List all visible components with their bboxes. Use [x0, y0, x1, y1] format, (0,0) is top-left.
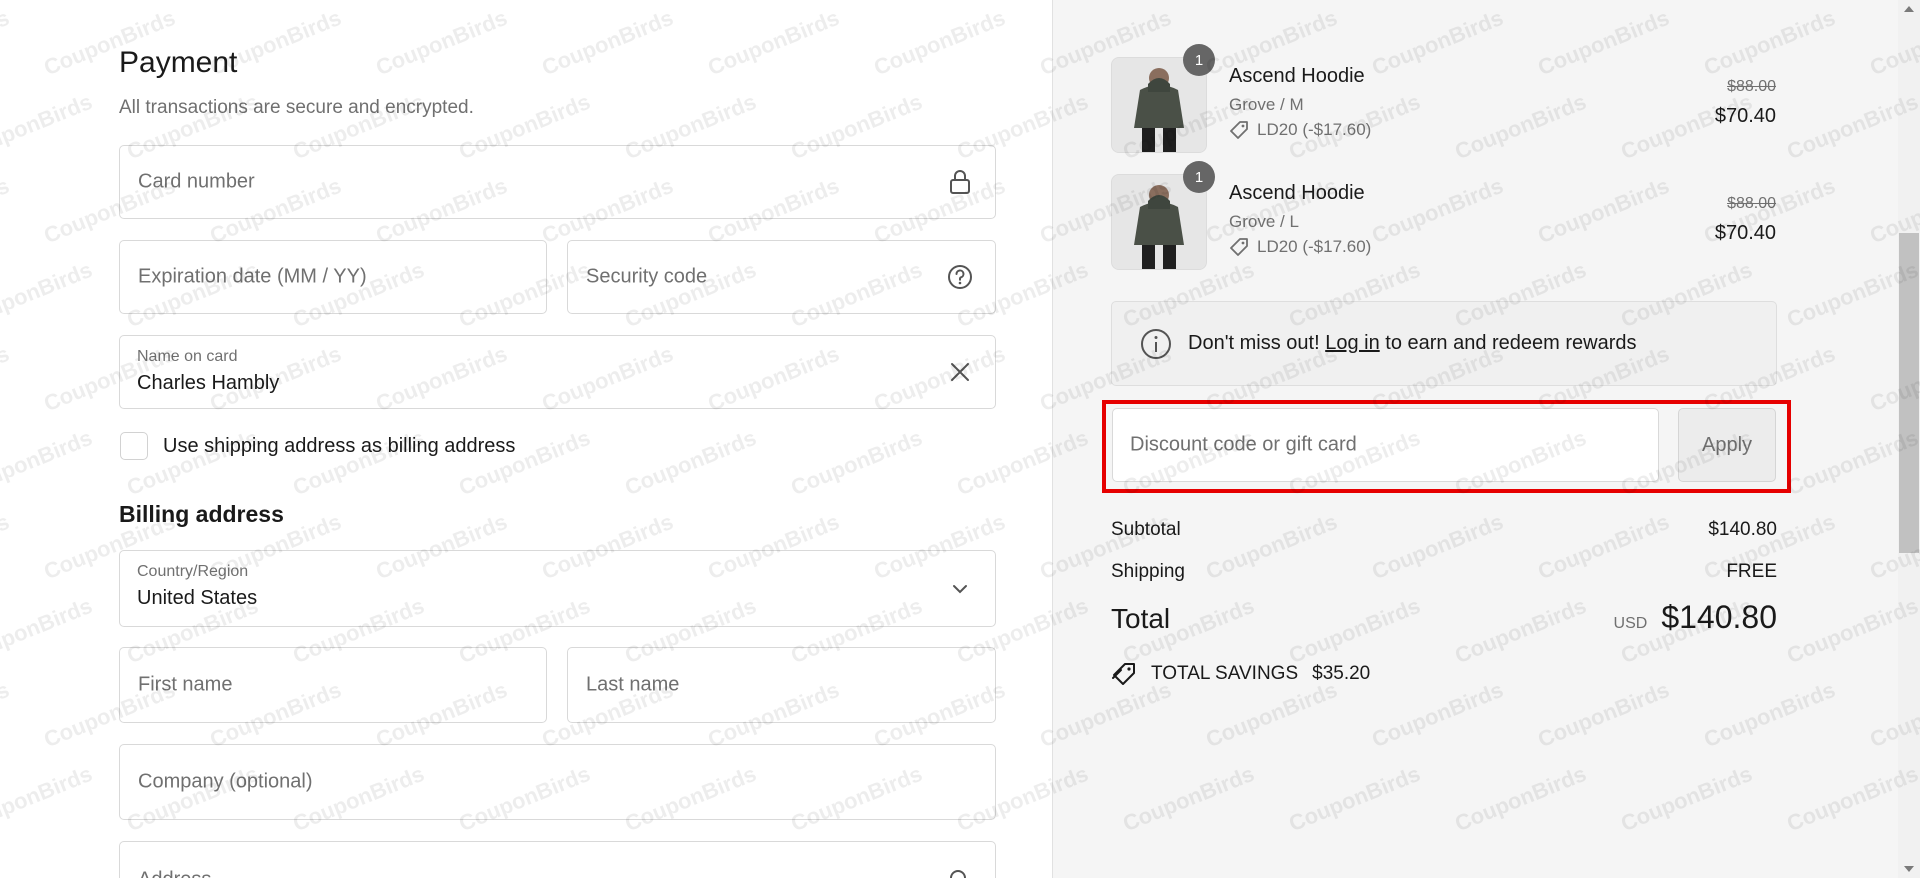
- total-savings-value: $35.20: [1312, 663, 1371, 684]
- last-name-field[interactable]: Last name: [567, 647, 996, 723]
- shipping-row: Shipping FREE: [1111, 561, 1777, 583]
- product-name: Ascend Hoodie: [1229, 65, 1365, 87]
- address-placeholder: Address: [138, 869, 211, 878]
- discount-code-input[interactable]: Discount code or gift card: [1112, 408, 1659, 482]
- total-label: Total: [1111, 603, 1171, 634]
- order-summary-panel: 1 Ascend Hoodie Grove / M LD20 (-$17.60)…: [1052, 0, 1920, 878]
- last-name-placeholder: Last name: [586, 673, 680, 696]
- name-on-card-field[interactable]: Name on card Charles Hambly: [119, 335, 996, 409]
- login-link[interactable]: Log in: [1325, 332, 1380, 354]
- company-field[interactable]: Company (optional): [119, 744, 996, 820]
- item-discount-text: LD20 (-$17.60): [1257, 237, 1372, 256]
- search-icon: [947, 867, 973, 878]
- currency-code: USD: [1613, 615, 1648, 632]
- security-code-placeholder: Security code: [586, 265, 708, 288]
- item-price: $70.40: [1714, 222, 1776, 244]
- lock-icon: [947, 169, 973, 195]
- security-code-field[interactable]: Security code: [567, 240, 996, 314]
- line-item: 1 Ascend Hoodie Grove / L LD20 (-$17.60)…: [1111, 161, 1776, 274]
- expiration-date-field[interactable]: Expiration date (MM / YY): [119, 240, 547, 314]
- chevron-down-icon: [947, 576, 973, 602]
- name-on-card-value: Charles Hambly: [137, 372, 280, 394]
- total-savings-label: TOTAL SAVINGS: [1151, 663, 1299, 684]
- product-image: 1: [1111, 161, 1215, 270]
- tag-icon: [1112, 663, 1135, 685]
- payment-title: Payment: [119, 46, 238, 79]
- use-shipping-address-checkbox[interactable]: [120, 432, 148, 460]
- info-icon: [1141, 328, 1171, 359]
- scroll-down-arrow[interactable]: [1904, 866, 1914, 872]
- item-discount: LD20 (-$17.60): [1229, 237, 1371, 257]
- company-placeholder: Company (optional): [138, 770, 313, 793]
- shipping-label: Shipping: [1111, 561, 1185, 582]
- use-shipping-address-label: Use shipping address as billing address: [163, 434, 516, 457]
- expiration-date-placeholder: Expiration date (MM / YY): [138, 265, 367, 288]
- subtotal-label: Subtotal: [1111, 519, 1181, 540]
- subtotal-value: $140.80: [1708, 519, 1777, 540]
- rewards-notice-text: Don't miss out! Log in to earn and redee…: [1188, 332, 1637, 355]
- total-row: Total USD $140.80: [1111, 599, 1777, 636]
- product-variant: Grove / L: [1229, 212, 1299, 231]
- quantity-badge: 1: [1183, 44, 1215, 76]
- tag-icon: [1230, 121, 1248, 139]
- product-image: 1: [1111, 44, 1215, 153]
- country-label: Country/Region: [137, 563, 249, 580]
- first-name-field[interactable]: First name: [119, 647, 547, 723]
- use-shipping-address-row[interactable]: Use shipping address as billing address: [120, 431, 515, 461]
- subtotal-row: Subtotal $140.80: [1111, 519, 1777, 541]
- country-select[interactable]: Country/Region United States: [119, 550, 996, 627]
- quantity-badge: 1: [1183, 161, 1215, 193]
- total-savings: TOTAL SAVINGS $35.20: [1111, 661, 1370, 687]
- original-price: $88.00: [1727, 195, 1776, 212]
- item-discount: LD20 (-$17.60): [1229, 120, 1371, 140]
- scrollbar[interactable]: [1898, 0, 1920, 878]
- total-value: $140.80: [1661, 599, 1777, 635]
- item-price: $70.40: [1714, 105, 1776, 127]
- rewards-notice-suffix: to earn and redeem rewards: [1385, 332, 1637, 354]
- payment-panel: Payment All transactions are secure and …: [0, 0, 1052, 878]
- help-icon[interactable]: [947, 264, 973, 290]
- payment-subtitle: All transactions are secure and encrypte…: [119, 97, 474, 118]
- address-field[interactable]: Address: [119, 841, 996, 878]
- apply-button[interactable]: Apply: [1678, 408, 1776, 482]
- shipping-value: FREE: [1726, 561, 1777, 582]
- original-price: $88.00: [1727, 78, 1776, 95]
- total-amount: USD $140.80: [1614, 599, 1777, 636]
- scroll-up-arrow[interactable]: [1904, 6, 1914, 12]
- card-number-field[interactable]: Card number: [119, 145, 996, 219]
- clear-icon[interactable]: [947, 359, 973, 385]
- product-name: Ascend Hoodie: [1229, 182, 1365, 204]
- item-discount-text: LD20 (-$17.60): [1257, 120, 1372, 139]
- card-number-placeholder: Card number: [138, 170, 255, 193]
- name-on-card-label: Name on card: [137, 348, 238, 365]
- tag-icon: [1230, 238, 1248, 256]
- rewards-notice-prefix: Don't miss out!: [1188, 332, 1320, 354]
- billing-address-title: Billing address: [119, 501, 284, 527]
- discount-code-placeholder: Discount code or gift card: [1130, 433, 1357, 456]
- rewards-notice: Don't miss out! Log in to earn and redee…: [1111, 301, 1777, 386]
- first-name-placeholder: First name: [138, 673, 233, 696]
- line-item: 1 Ascend Hoodie Grove / M LD20 (-$17.60)…: [1111, 44, 1776, 157]
- country-value: United States: [137, 587, 258, 609]
- scrollbar-thumb[interactable]: [1899, 233, 1919, 553]
- product-variant: Grove / M: [1229, 95, 1304, 114]
